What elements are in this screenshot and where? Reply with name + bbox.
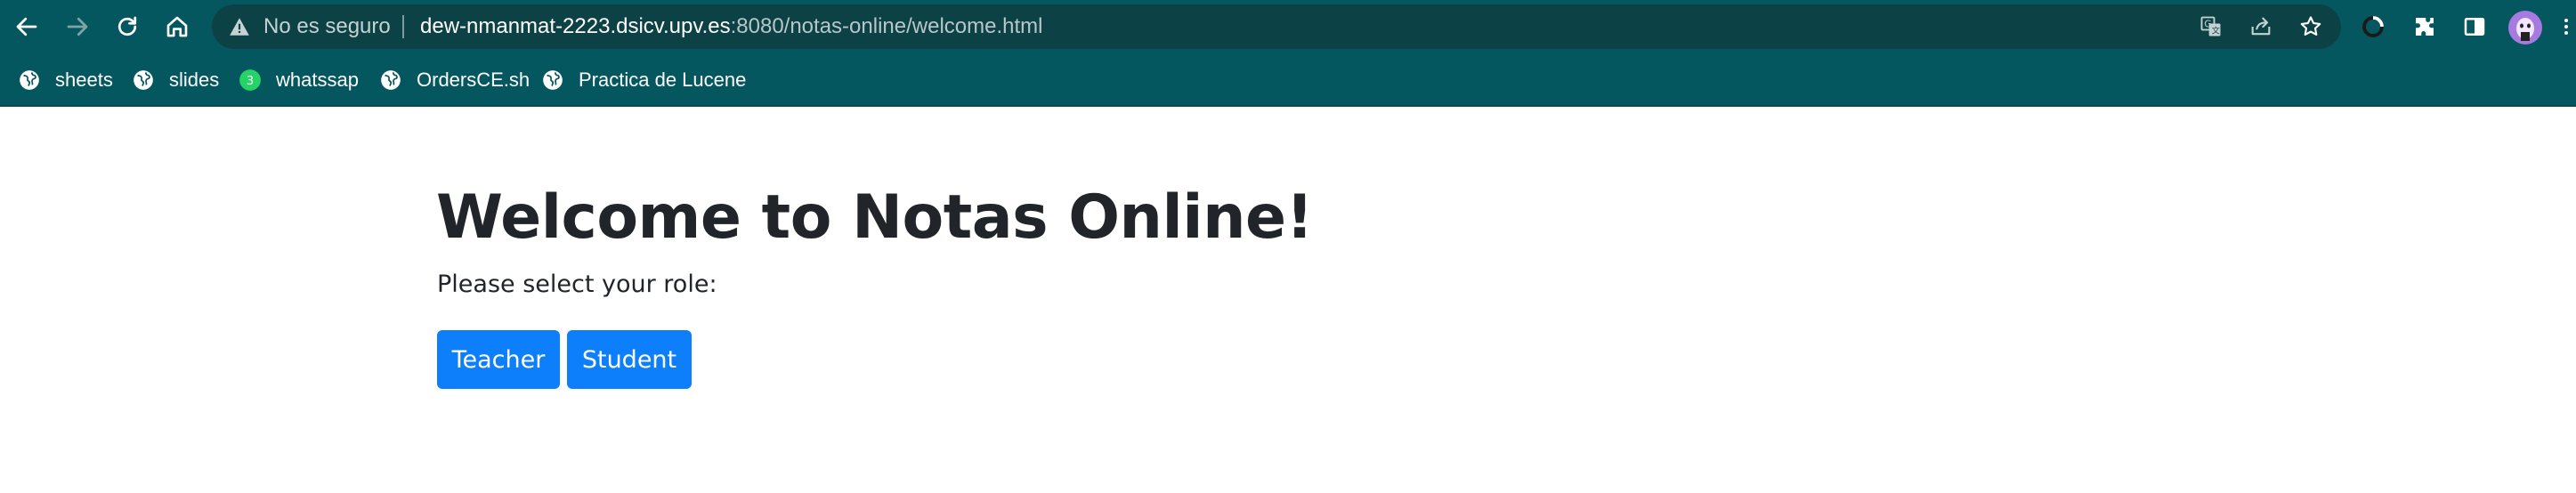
globe-icon xyxy=(381,70,401,90)
bookmark-slides[interactable]: slides xyxy=(132,64,219,96)
separator xyxy=(402,15,404,38)
url-path: :8080/notas-online/welcome.html xyxy=(730,14,1043,38)
share-button[interactable] xyxy=(2248,14,2273,39)
role-prompt: Please select your role: xyxy=(437,271,717,298)
bookmark-label: slides xyxy=(169,69,220,91)
globe-icon xyxy=(20,70,39,90)
svg-text:3: 3 xyxy=(247,75,254,88)
page-title: Welcome to Notas Online! xyxy=(436,182,1314,253)
back-button[interactable] xyxy=(11,11,43,43)
student-button[interactable]: Student xyxy=(567,330,692,389)
teacher-button[interactable]: Teacher xyxy=(437,330,560,389)
profile-avatar[interactable] xyxy=(2508,11,2542,44)
share-icon xyxy=(2251,17,2271,36)
menu-button[interactable] xyxy=(2556,11,2576,43)
globe-icon xyxy=(543,70,563,90)
bookmark-ordersce[interactable]: OrdersCE.sh xyxy=(379,64,530,96)
arrow-left-icon xyxy=(16,17,37,36)
home-icon xyxy=(166,16,188,37)
address-bar[interactable]: No es seguro dew-nmanmat-2223.dsicv.upv.… xyxy=(212,4,2341,49)
bookmark-label: Practica de Lucene xyxy=(579,69,747,91)
whatsapp-icon: 3 xyxy=(239,69,261,91)
bookmark-sheets[interactable]: sheets xyxy=(18,64,113,96)
translate-icon: G文 xyxy=(2200,16,2221,36)
svg-text:文: 文 xyxy=(2212,26,2220,36)
extensions-button[interactable] xyxy=(2409,11,2441,43)
warning-icon[interactable] xyxy=(228,15,251,38)
avatar-icon xyxy=(2516,18,2534,41)
bookmark-star-button[interactable] xyxy=(2298,14,2323,39)
circle-sync-icon xyxy=(2362,16,2384,37)
bookmark-label: OrdersCE.sh xyxy=(417,69,531,91)
bookmark-label: whatssap xyxy=(276,69,359,91)
url-host: dew-nmanmat-2223.dsicv.upv.es xyxy=(420,14,731,38)
side-panel-button[interactable] xyxy=(2459,11,2491,43)
reload-icon xyxy=(117,16,137,36)
bookmark-label: sheets xyxy=(55,69,113,91)
star-icon xyxy=(2300,16,2321,36)
arrow-right-icon xyxy=(67,17,88,36)
bookmarks-bar: sheets slides 3 whatssap OrdersCE.sh Pra… xyxy=(0,57,2576,107)
translate-button[interactable]: G文 xyxy=(2199,14,2224,39)
home-button[interactable] xyxy=(161,11,193,43)
globe-icon xyxy=(134,70,153,90)
forward-button[interactable] xyxy=(61,11,93,43)
bookmark-whatssap[interactable]: 3 whatssap xyxy=(239,64,359,96)
reload-button[interactable] xyxy=(111,11,143,43)
browser-toolbar: No es seguro dew-nmanmat-2223.dsicv.upv.… xyxy=(0,0,2576,57)
url-text[interactable]: dew-nmanmat-2223.dsicv.upv.es:8080/notas… xyxy=(420,13,1042,40)
security-status[interactable]: No es seguro xyxy=(263,13,391,40)
puzzle-icon xyxy=(2416,18,2434,36)
side-panel-icon xyxy=(2464,18,2485,36)
bookmark-practica-lucene[interactable]: Practica de Lucene xyxy=(541,64,746,96)
more-vert-icon xyxy=(2564,19,2568,35)
extension-button[interactable] xyxy=(2357,11,2389,43)
